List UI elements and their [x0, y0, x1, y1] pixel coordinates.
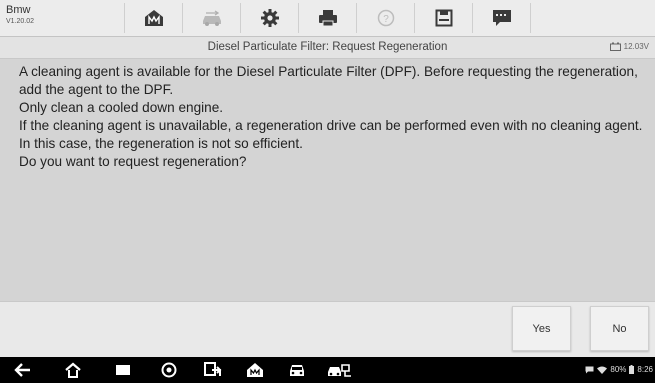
voltage-value: 12.03V [623, 42, 649, 51]
android-home-button[interactable] [62, 361, 84, 379]
vehicle-service-icon [328, 364, 351, 377]
battery-icon [629, 365, 635, 374]
wifi-icon [597, 366, 608, 374]
help-button[interactable]: ? [356, 3, 414, 33]
print-icon [318, 10, 337, 27]
battery-percent: 80% [610, 365, 627, 374]
home-button[interactable] [124, 3, 182, 33]
page-title: Diesel Particulate Filter: Request Regen… [207, 41, 448, 53]
vehicle-swap-button[interactable] [182, 3, 240, 33]
vehicle-brand: Bmw V1.20.02 [6, 4, 35, 26]
back-icon [14, 363, 30, 377]
brand-name: Bmw [6, 4, 31, 16]
print-button[interactable] [298, 3, 356, 33]
message-line: Do you want to request regeneration? [19, 154, 247, 169]
svg-text:?: ? [383, 14, 389, 25]
help-icon: ? [377, 9, 394, 27]
android-nav-bar: 80% 8:26 [0, 357, 655, 383]
yes-button[interactable]: Yes [512, 306, 571, 351]
clock: 8:26 [637, 365, 653, 374]
diagnostics-home-icon [247, 363, 263, 377]
system-status: 80% 8:26 [585, 365, 653, 374]
vehicle-service-button[interactable] [326, 361, 354, 379]
recent-apps-button[interactable] [112, 361, 134, 379]
remote-support-icon [204, 362, 222, 376]
save-icon [435, 9, 452, 27]
browser-button[interactable] [158, 361, 180, 379]
message-line: A cleaning agent is available for the Di… [19, 64, 638, 97]
back-button[interactable] [12, 361, 34, 379]
top-toolbar: Bmw V1.20.02 ? [0, 0, 655, 37]
vehicle-swap-icon [202, 10, 221, 26]
battery-voltage: 12.03V [609, 42, 649, 51]
vehicle-button[interactable] [286, 361, 308, 379]
settings-button[interactable] [240, 3, 298, 33]
data-logging-button[interactable] [472, 3, 531, 33]
car-battery-icon [609, 42, 621, 51]
diagnostics-home-button[interactable] [244, 361, 266, 379]
message-text: A cleaning agent is available for the Di… [19, 63, 649, 171]
software-version: V1.20.02 [6, 18, 35, 25]
save-button[interactable] [414, 3, 472, 33]
function-title-bar: Diesel Particulate Filter: Request Regen… [0, 37, 655, 59]
data-logging-icon [492, 10, 511, 26]
chat-icon [585, 366, 594, 373]
vehicle-icon [290, 365, 304, 376]
recent-apps-icon [116, 365, 130, 375]
action-bar: Yes No [0, 301, 655, 357]
message-line: If the cleaning agent is unavailable, a … [19, 118, 643, 151]
browser-icon [161, 362, 177, 378]
settings-icon [260, 9, 279, 27]
android-home-icon [65, 362, 81, 378]
home-icon [144, 10, 163, 26]
message-line: Only clean a cooled down engine. [19, 100, 224, 115]
no-button[interactable]: No [590, 306, 649, 351]
remote-support-button[interactable] [202, 361, 224, 379]
